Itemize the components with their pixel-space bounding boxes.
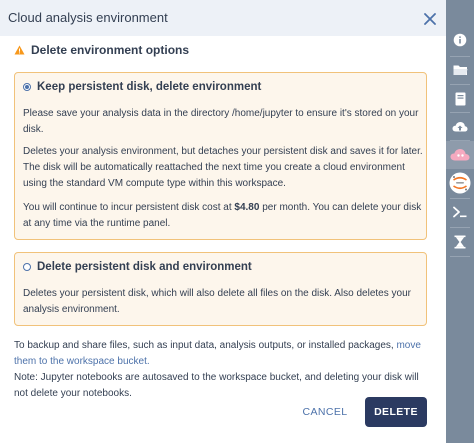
radio-delete-disk-label: Delete persistent disk and environment	[37, 261, 252, 273]
info-icon	[453, 33, 467, 47]
delete-button[interactable]: DELETE	[365, 397, 427, 427]
keep-cost-before: You will continue to incur persistent di…	[23, 202, 235, 213]
backup-note-text: To backup and share files, such as input…	[14, 340, 397, 351]
rail-files-button[interactable]	[446, 56, 474, 84]
radio-keep-disk-label: Keep persistent disk, delete environment	[37, 81, 262, 93]
terminal-icon	[453, 206, 467, 218]
panel-title: Cloud analysis environment	[8, 10, 168, 25]
panel-header: Cloud analysis environment	[0, 0, 446, 36]
right-side-rail	[446, 0, 474, 443]
close-button[interactable]	[420, 9, 440, 29]
radio-delete-disk-row[interactable]: Delete persistent disk and environment	[23, 261, 252, 273]
warning-icon	[14, 45, 25, 55]
keep-description-text: Deletes your analysis environment, but d…	[23, 146, 423, 189]
hourglass-icon	[454, 235, 466, 249]
radio-keep-disk[interactable]	[23, 83, 31, 91]
rail-info-button[interactable]	[446, 26, 474, 54]
folder-icon	[453, 65, 467, 75]
jupyter-icon	[449, 172, 471, 194]
rail-terminal-button[interactable]	[446, 198, 474, 226]
delete-description-text: Deletes your persistent disk, which will…	[23, 288, 411, 315]
option-delete-disk: Delete persistent disk and environment D…	[14, 252, 427, 326]
rail-jupyter-button[interactable]	[446, 169, 474, 197]
rail-divider	[450, 256, 470, 257]
close-icon	[424, 13, 436, 25]
rail-upload-button[interactable]	[446, 113, 474, 141]
radio-delete-disk[interactable]	[23, 263, 31, 271]
rail-history-button[interactable]	[446, 228, 474, 256]
section-heading: Delete environment options	[14, 42, 189, 58]
section-heading-text: Delete environment options	[31, 43, 190, 57]
backup-note: To backup and share files, such as input…	[14, 338, 434, 370]
book-icon	[455, 92, 465, 106]
cancel-button[interactable]: CANCEL	[298, 400, 352, 424]
option-keep-disk: Keep persistent disk, delete environment…	[14, 72, 427, 240]
rail-notebook-button[interactable]	[446, 85, 474, 113]
rail-environment-button[interactable]	[446, 141, 474, 169]
keep-cost-text: You will continue to incur persistent di…	[23, 200, 423, 232]
cloud-upload-icon	[452, 122, 468, 132]
keep-save-data-text: Please save your analysis data in the di…	[23, 108, 419, 135]
radio-keep-disk-row[interactable]: Keep persistent disk, delete environment	[23, 81, 261, 93]
cloud-environment-icon	[450, 149, 470, 161]
disk-cost-price: $4.80	[234, 202, 260, 213]
delete-environment-panel: Cloud analysis environment Delete enviro…	[0, 0, 446, 443]
